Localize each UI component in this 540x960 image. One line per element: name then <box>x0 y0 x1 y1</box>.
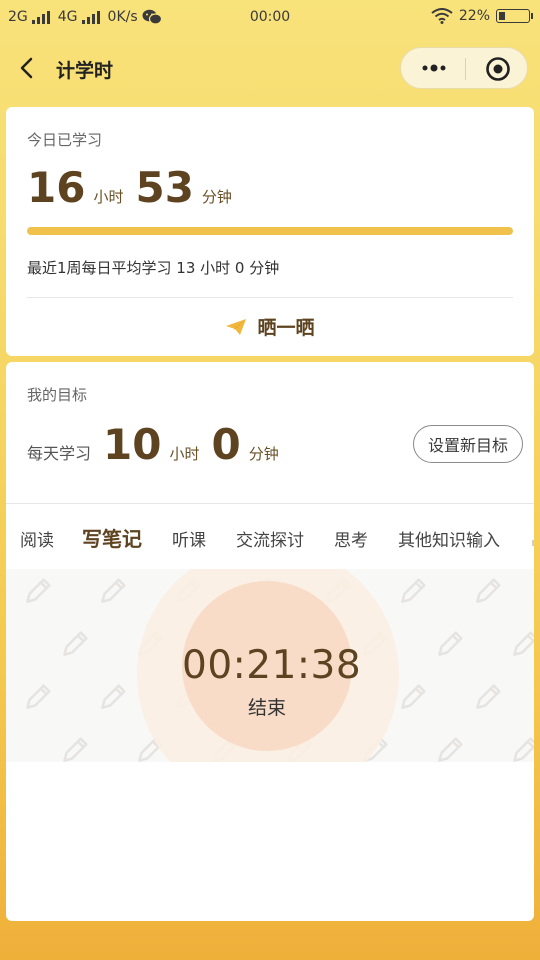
pencil-icon <box>401 684 426 709</box>
more-tabs-indicator <box>532 540 534 546</box>
progress-fill <box>27 227 513 235</box>
pencil-icon <box>63 737 88 762</box>
elapsed-time: 00:21:38 <box>182 643 362 688</box>
divider <box>6 503 534 504</box>
pencil-icon <box>438 631 463 656</box>
goal-progress-bar <box>27 227 513 235</box>
nav-bar: 计学时 <box>0 44 540 94</box>
timer-area: 00:21:38 结束 <box>6 569 534 762</box>
tab-5[interactable]: 思考 <box>334 526 368 551</box>
goal-hours: 10 <box>103 420 162 469</box>
pencil-icon <box>63 631 88 656</box>
close-miniprogram-icon[interactable] <box>485 56 511 82</box>
end-button[interactable]: 结束 <box>182 693 352 720</box>
today-duration: 16 小时 53 分钟 <box>27 163 244 212</box>
goal-label: 我的目标 <box>27 386 88 404</box>
today-hours: 16 <box>27 163 86 212</box>
paper-plane-icon <box>226 318 247 335</box>
status-bar: 2G 4G 0K/s 00:00 22% <box>0 0 540 36</box>
pencil-icon <box>476 578 501 603</box>
pencil-icon <box>438 737 463 762</box>
share-label: 晒一晒 <box>257 317 315 339</box>
activity-tabs: 阅读 写笔记 听课 交流探讨 思考 其他知识输入 <box>6 514 534 564</box>
today-minutes: 53 <box>135 163 194 212</box>
today-study-card: 今日已学习 16 小时 53 分钟 最近1周每日平均学习 13 小时 0 分钟 … <box>6 107 534 356</box>
goal-duration: 每天学习 10 小时 0 分钟 <box>27 420 291 469</box>
wifi-icon <box>431 8 453 24</box>
page-title: 计学时 <box>56 60 114 82</box>
goal-minutes-unit: 分钟 <box>248 445 279 463</box>
tab-2[interactable]: 写笔记 <box>82 523 142 552</box>
pencil-icon <box>101 578 126 603</box>
divider <box>27 297 513 298</box>
goal-minutes: 0 <box>211 420 241 469</box>
today-hours-unit: 小时 <box>93 188 124 206</box>
pencil-icon <box>513 631 534 656</box>
tab-6[interactable]: 其他知识输入 <box>398 526 500 551</box>
goal-card: 我的目标 每天学习 10 小时 0 分钟 设置新目标 阅读 写笔记 听课 交流探讨 思考… <box>6 362 534 921</box>
more-icon[interactable] <box>419 58 449 78</box>
tab-3[interactable]: 听课 <box>172 526 206 551</box>
capsule-divider <box>465 58 466 80</box>
tab-1[interactable]: 阅读 <box>20 526 54 551</box>
pencil-icon <box>401 578 426 603</box>
back-icon[interactable] <box>16 56 40 80</box>
miniprogram-capsule <box>400 47 528 89</box>
pencil-icon <box>476 684 501 709</box>
pencil-icon <box>101 684 126 709</box>
share-button[interactable]: 晒一晒 <box>6 313 534 340</box>
device-status: 22% <box>431 8 533 24</box>
today-minutes-unit: 分钟 <box>201 188 232 206</box>
pencil-icon <box>513 737 534 762</box>
set-new-goal-button[interactable]: 设置新目标 <box>413 425 523 463</box>
battery-icon <box>496 9 533 23</box>
tab-4[interactable]: 交流探讨 <box>236 526 304 551</box>
goal-prefix: 每天学习 <box>27 444 92 463</box>
weekly-average: 最近1周每日平均学习 13 小时 0 分钟 <box>27 259 280 277</box>
pencil-icon <box>26 684 51 709</box>
today-label: 今日已学习 <box>27 131 103 149</box>
battery-percent: 22% <box>458 8 490 24</box>
goal-hours-unit: 小时 <box>169 445 200 463</box>
pencil-icon <box>26 578 51 603</box>
